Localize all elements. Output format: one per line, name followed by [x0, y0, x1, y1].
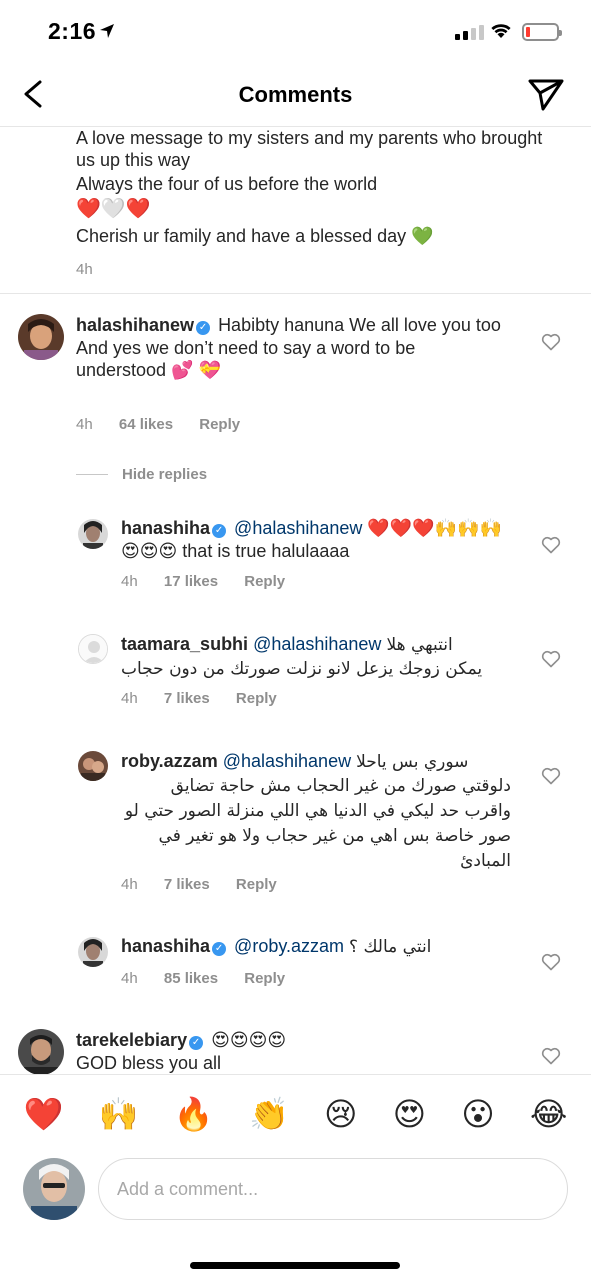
- home-indicator: [190, 1262, 400, 1269]
- comment-body: Habibty hanuna We all love you too: [218, 315, 501, 335]
- add-comment-input[interactable]: [98, 1158, 568, 1220]
- divider: [76, 474, 108, 475]
- like-heart-icon[interactable]: [541, 650, 561, 668]
- reply-time: 4h: [121, 690, 138, 707]
- status-time: 2:16: [48, 18, 97, 44]
- current-user-avatar: [23, 1158, 85, 1220]
- hide-replies-label: Hide replies: [122, 466, 208, 483]
- hide-replies-button[interactable]: Hide replies: [76, 466, 207, 483]
- mention-link[interactable]: @halashihanew: [234, 518, 362, 538]
- reply-time: 4h: [121, 970, 138, 987]
- reply-time: 4h: [121, 573, 138, 590]
- likes-count[interactable]: 7 likes: [164, 690, 210, 707]
- reply-text: hanashiha ✓ @halashihanew ❤️❤️❤️🙌🙌🙌😍😍😍 th…: [121, 517, 516, 562]
- comment-body: 😍😍😍😍: [211, 1030, 287, 1050]
- verified-badge-icon: ✓: [212, 524, 227, 538]
- likes-count[interactable]: 17 likes: [164, 573, 218, 590]
- reply-body: انتبهي هلا: [386, 635, 453, 655]
- emoji-heart-eyes-button[interactable]: 😍: [393, 1095, 426, 1133]
- page-title: Comments: [238, 82, 353, 107]
- reply-time: 4h: [121, 876, 138, 893]
- verified-badge-icon: ✓: [189, 1036, 204, 1050]
- like-heart-icon[interactable]: [541, 536, 561, 554]
- reply-meta: 4h 85 likes Reply: [121, 970, 307, 987]
- like-heart-icon[interactable]: [541, 1047, 561, 1065]
- like-heart-icon[interactable]: [541, 333, 561, 351]
- comment-composer: [0, 1152, 591, 1232]
- avatar[interactable]: [18, 314, 64, 360]
- divider: [0, 293, 591, 294]
- reply-button[interactable]: Reply: [244, 970, 285, 987]
- username[interactable]: tarekelebiary: [76, 1030, 187, 1050]
- avatar[interactable]: [78, 751, 108, 781]
- reply-meta: 4h 7 likes Reply: [121, 876, 299, 893]
- reply-text: roby.azzam @halashihanew سوري بس ياحلا د…: [121, 750, 516, 874]
- username[interactable]: taamara_subhi: [121, 634, 248, 654]
- post-caption: A love message to my sisters and my pare…: [76, 127, 556, 281]
- username[interactable]: hanashiha: [121, 518, 210, 538]
- like-heart-icon[interactable]: [541, 953, 561, 971]
- reply-meta: 4h 17 likes Reply: [121, 573, 307, 590]
- comments-header: Comments: [0, 62, 591, 127]
- comment-meta: 4h 64 likes Reply: [76, 416, 262, 433]
- likes-count[interactable]: 64 likes: [119, 416, 173, 433]
- reply-text: taamara_subhi @halashihanew انتبهي هلا ي…: [121, 633, 516, 680]
- avatar[interactable]: [78, 519, 108, 549]
- wifi-icon: [491, 24, 511, 38]
- emoji-reaction-bar: ❤️ 🙌 🔥 👏 😢 😍 😮 😂: [0, 1074, 591, 1152]
- avatar[interactable]: [78, 937, 108, 967]
- comment-body-2: And yes we don’t need to say a word to b…: [76, 337, 416, 381]
- emoji-laughing-button[interactable]: 😂: [530, 1095, 567, 1133]
- reply-body: انتي مالك ؟: [349, 937, 432, 957]
- mention-link[interactable]: @halashihanew: [223, 751, 351, 771]
- emoji-surprised-button[interactable]: 😮: [461, 1095, 494, 1133]
- comment-body-2: GOD bless you all: [76, 1052, 222, 1073]
- caption-line: Always the four of us before the world: [76, 174, 378, 194]
- caption-line: A love message to my sisters and my pare…: [76, 128, 543, 170]
- like-heart-icon[interactable]: [541, 767, 561, 785]
- likes-count[interactable]: 85 likes: [164, 970, 218, 987]
- username[interactable]: hanashiha: [121, 936, 210, 956]
- emoji-clap-button[interactable]: 👏: [249, 1095, 289, 1133]
- emoji-fire-button[interactable]: 🔥: [174, 1095, 214, 1133]
- avatar[interactable]: [18, 1029, 64, 1075]
- direct-send-icon[interactable]: [526, 76, 566, 112]
- location-arrow-icon: [100, 24, 114, 38]
- username[interactable]: roby.azzam: [121, 751, 218, 771]
- likes-count[interactable]: 7 likes: [164, 876, 210, 893]
- mention-link[interactable]: @roby.azzam: [234, 936, 344, 956]
- reply-text: hanashiha ✓ @roby.azzam انتي مالك ؟: [121, 935, 516, 959]
- verified-badge-icon: ✓: [196, 321, 211, 335]
- comment-time: 4h: [76, 416, 93, 433]
- emoji-crying-button[interactable]: 😢: [324, 1095, 357, 1133]
- emoji-raised-hands-button[interactable]: 🙌: [99, 1095, 139, 1133]
- reply-button[interactable]: Reply: [244, 573, 285, 590]
- reply-button[interactable]: Reply: [236, 690, 277, 707]
- reply-button[interactable]: Reply: [236, 876, 277, 893]
- comment-text: halashihanew ✓ Habibty hanuna We all love…: [76, 314, 506, 382]
- battery-icon: [522, 23, 562, 41]
- comment-text: tarekelebiary ✓ 😍😍😍😍 GOD bless you all: [76, 1029, 506, 1074]
- reply-body: سوري بس ياحلا: [356, 752, 469, 772]
- status-bar: 2:16: [0, 0, 591, 62]
- verified-badge-icon: ✓: [212, 942, 227, 956]
- reply-body-2: يمكن زوجك يزعل لانو نزلت صورتك من دون حج…: [121, 658, 483, 679]
- reply-body-2: دلوقتي صورك من غير الحجاب مش حاجة تضايق …: [124, 775, 511, 871]
- reply-meta: 4h 7 likes Reply: [121, 690, 299, 707]
- cellular-signal-icon: [455, 24, 484, 40]
- default-avatar-icon[interactable]: [78, 634, 108, 664]
- username[interactable]: halashihanew: [76, 315, 194, 335]
- caption-timestamp: 4h: [76, 261, 93, 278]
- reply-button[interactable]: Reply: [199, 416, 240, 433]
- mention-link[interactable]: @halashihanew: [253, 634, 381, 654]
- emoji-heart-button[interactable]: ❤️: [24, 1095, 64, 1133]
- caption-hearts: ❤️🤍❤️: [76, 198, 151, 220]
- caption-line: Cherish ur family and have a blessed day…: [76, 226, 434, 246]
